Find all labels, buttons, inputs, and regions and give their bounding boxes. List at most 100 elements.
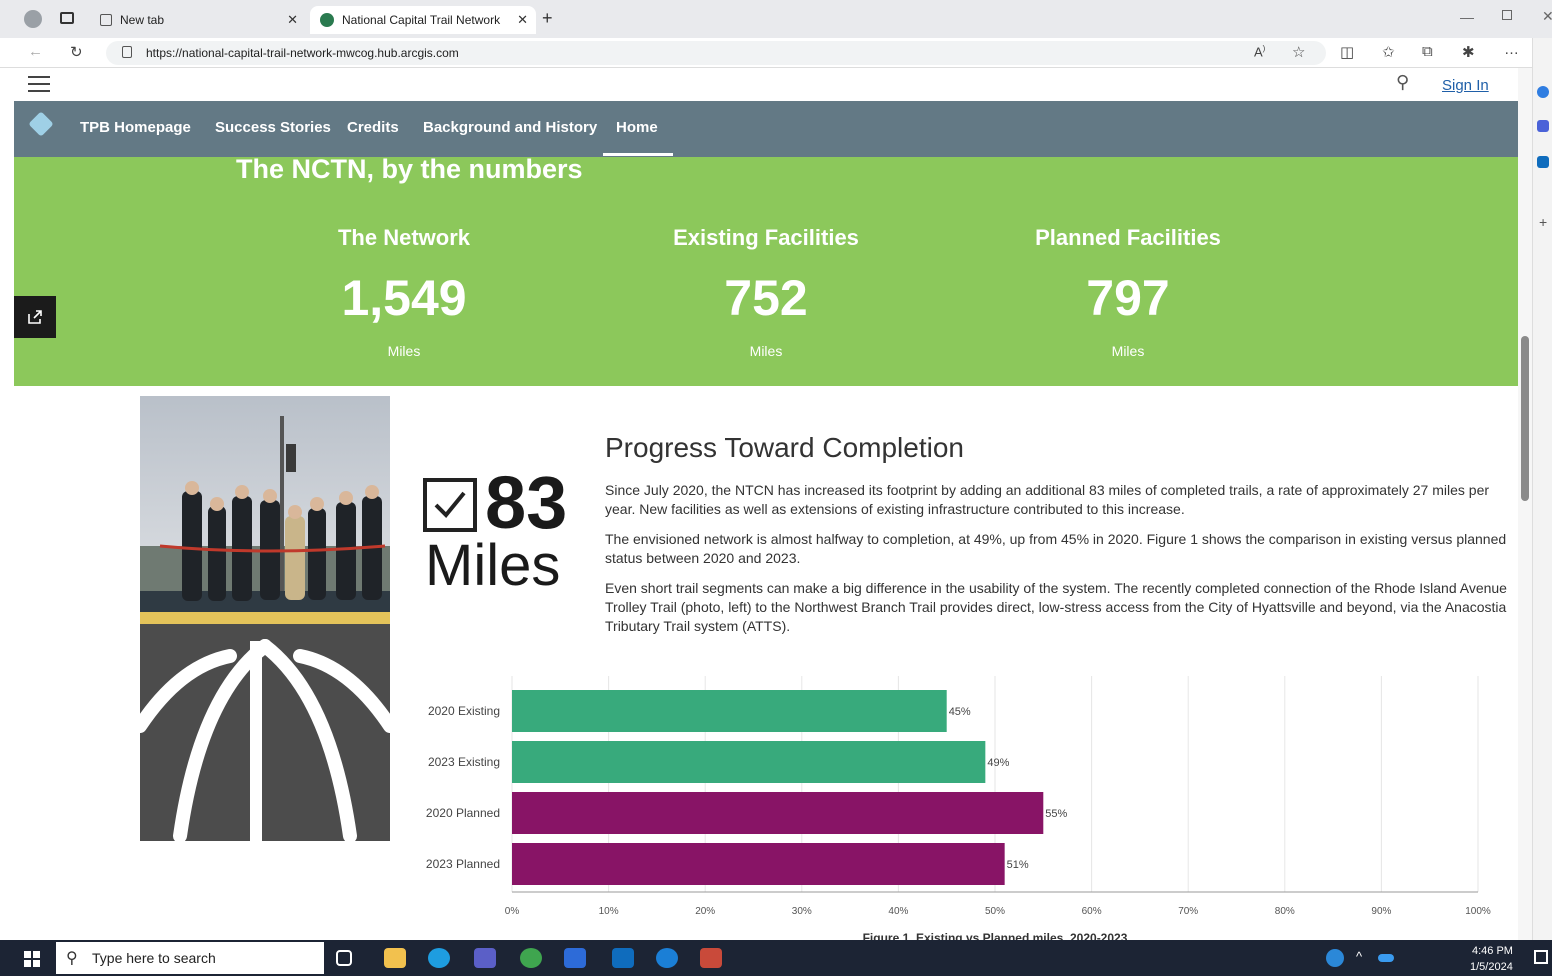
category-label: 2023 Existing: [428, 755, 500, 769]
x-tick-label: 50%: [985, 906, 1005, 917]
taskbar-search[interactable]: ⚲ Type here to search: [56, 942, 324, 974]
nav-background-and-history[interactable]: Background and History: [423, 119, 597, 136]
data-label: 51%: [1007, 859, 1029, 871]
edge-icon[interactable]: [428, 948, 450, 968]
x-tick-label: 80%: [1275, 906, 1295, 917]
active-app-icon[interactable]: [700, 948, 722, 968]
x-tick-label: 40%: [888, 906, 908, 917]
outlook-icon[interactable]: [1537, 156, 1549, 168]
tab-actions-icon[interactable]: [60, 12, 74, 24]
stat-existing-unit: Miles: [749, 343, 783, 359]
category-label: 2020 Planned: [426, 806, 500, 820]
data-label: 45%: [949, 706, 971, 718]
shopping-icon[interactable]: [1537, 120, 1549, 132]
tray-chevron-icon[interactable]: ^: [1356, 949, 1362, 964]
back-icon[interactable]: ←: [28, 43, 43, 60]
teams-icon[interactable]: [474, 948, 496, 968]
search-icon: ⚲: [66, 950, 78, 967]
collections-icon[interactable]: ⧉: [1422, 43, 1433, 60]
copilot-icon[interactable]: [1537, 86, 1549, 98]
stat-existing-label: Existing Facilities: [673, 225, 859, 250]
restore-icon[interactable]: [1502, 10, 1512, 20]
share-button[interactable]: [14, 296, 56, 338]
close-tab-icon[interactable]: ✕: [517, 12, 528, 28]
hamburger-menu-icon[interactable]: [28, 76, 50, 92]
miles-added-unit: Miles: [425, 533, 561, 598]
x-tick-label: 0%: [505, 906, 520, 917]
nav-home[interactable]: Home: [616, 119, 658, 136]
category-label: 2023 Planned: [426, 857, 500, 871]
outlook-icon[interactable]: [612, 948, 634, 968]
stat-network-unit: Miles: [387, 343, 421, 359]
nav-credits[interactable]: Credits: [347, 119, 399, 136]
webex-icon[interactable]: [656, 948, 678, 968]
split-screen-icon[interactable]: ◫: [1340, 43, 1354, 61]
completion-bar-chart: 0% 10% 20% 30% 40% 50% 60% 70% 80% 90% 100% 2020 Ex…: [426, 676, 1491, 940]
taskbar-search-placeholder: Type here to search: [92, 950, 216, 966]
progress-paragraph: Even short trail segments can make a big…: [605, 580, 1507, 634]
numbers-heading: The NCTN, by the numbers: [236, 154, 583, 184]
x-tick-label: 100%: [1465, 906, 1491, 917]
close-tab-icon[interactable]: ✕: [287, 12, 298, 28]
site-header: ⚲ Sign In: [14, 68, 1518, 101]
cp-app-icon[interactable]: [564, 948, 586, 968]
x-tick-label: 20%: [695, 906, 715, 917]
browser-toolbar: ← ↻ https://national-capital-trail-netwo…: [0, 38, 1552, 68]
stat-planned-value: 797: [1086, 270, 1170, 326]
favorites-icon[interactable]: ✩: [1382, 43, 1395, 61]
globe-favicon-icon: [320, 13, 334, 27]
date-text: 1/5/2024: [1470, 961, 1513, 973]
chrome-icon[interactable]: [520, 948, 542, 968]
stat-network-label: The Network: [337, 225, 471, 250]
page-scrollbar[interactable]: [1518, 68, 1532, 940]
nav-tpb-homepage[interactable]: TPB Homepage: [80, 119, 191, 136]
profile-avatar-icon[interactable]: [24, 10, 42, 28]
data-label: 49%: [987, 757, 1009, 769]
x-tick-label: 30%: [792, 906, 812, 917]
notifications-icon[interactable]: [1534, 950, 1548, 964]
x-tick-label: 90%: [1371, 906, 1391, 917]
stat-planned-label: Planned Facilities: [1035, 225, 1221, 250]
refresh-icon[interactable]: ↻: [70, 43, 83, 61]
more-menu-icon[interactable]: …: [1504, 41, 1519, 58]
x-tick-label: 70%: [1178, 906, 1198, 917]
x-tick-label: 60%: [1082, 906, 1102, 917]
bar: [512, 843, 1005, 885]
read-aloud-icon[interactable]: A): [1254, 44, 1265, 59]
site-logo-icon[interactable]: [28, 111, 54, 137]
extensions-icon[interactable]: ✱: [1462, 43, 1475, 61]
search-icon[interactable]: ⚲: [1396, 72, 1409, 93]
scrollbar-thumb[interactable]: [1521, 336, 1529, 501]
stat-existing-value: 752: [724, 270, 808, 326]
onedrive-icon[interactable]: [1378, 954, 1394, 962]
bar: [512, 792, 1044, 834]
nav-success-stories[interactable]: Success Stories: [215, 119, 331, 136]
x-tick-label: 10%: [599, 906, 619, 917]
bar: [512, 690, 947, 732]
progress-title: Progress Toward Completion: [605, 432, 964, 463]
close-window-icon[interactable]: ✕: [1542, 8, 1552, 25]
category-label: 2020 Existing: [428, 704, 500, 718]
time-text: 4:46 PM: [1472, 945, 1513, 957]
active-nav-underline: [603, 153, 673, 156]
task-view-icon[interactable]: [336, 950, 352, 966]
sign-in-link[interactable]: Sign In: [1442, 77, 1489, 94]
add-sidebar-icon[interactable]: +: [1539, 214, 1547, 230]
minimize-icon[interactable]: —: [1460, 9, 1474, 25]
help-icon[interactable]: [1326, 949, 1344, 967]
tab-national-capital-trail-network[interactable]: National Capital Trail Network ✕: [310, 6, 536, 34]
edge-sidebar: +: [1532, 38, 1552, 940]
address-bar[interactable]: https://national-capital-trail-network-m…: [106, 41, 1326, 65]
tab-label: National Capital Trail Network: [342, 13, 501, 27]
windows-start-icon[interactable]: [24, 951, 40, 967]
tab-new-tab[interactable]: New tab ✕: [96, 6, 306, 34]
url-text: https://national-capital-trail-network-m…: [146, 46, 459, 60]
new-tab-plus-icon[interactable]: +: [542, 8, 553, 29]
share-icon: [28, 310, 42, 324]
bar: [512, 741, 986, 783]
lock-icon: [122, 46, 132, 58]
file-explorer-icon[interactable]: [384, 948, 406, 968]
progress-paragraph: Since July 2020, the NTCN has increased …: [605, 482, 1490, 517]
favorite-star-icon[interactable]: ☆: [1292, 43, 1305, 61]
stat-planned-unit: Miles: [1111, 343, 1145, 359]
